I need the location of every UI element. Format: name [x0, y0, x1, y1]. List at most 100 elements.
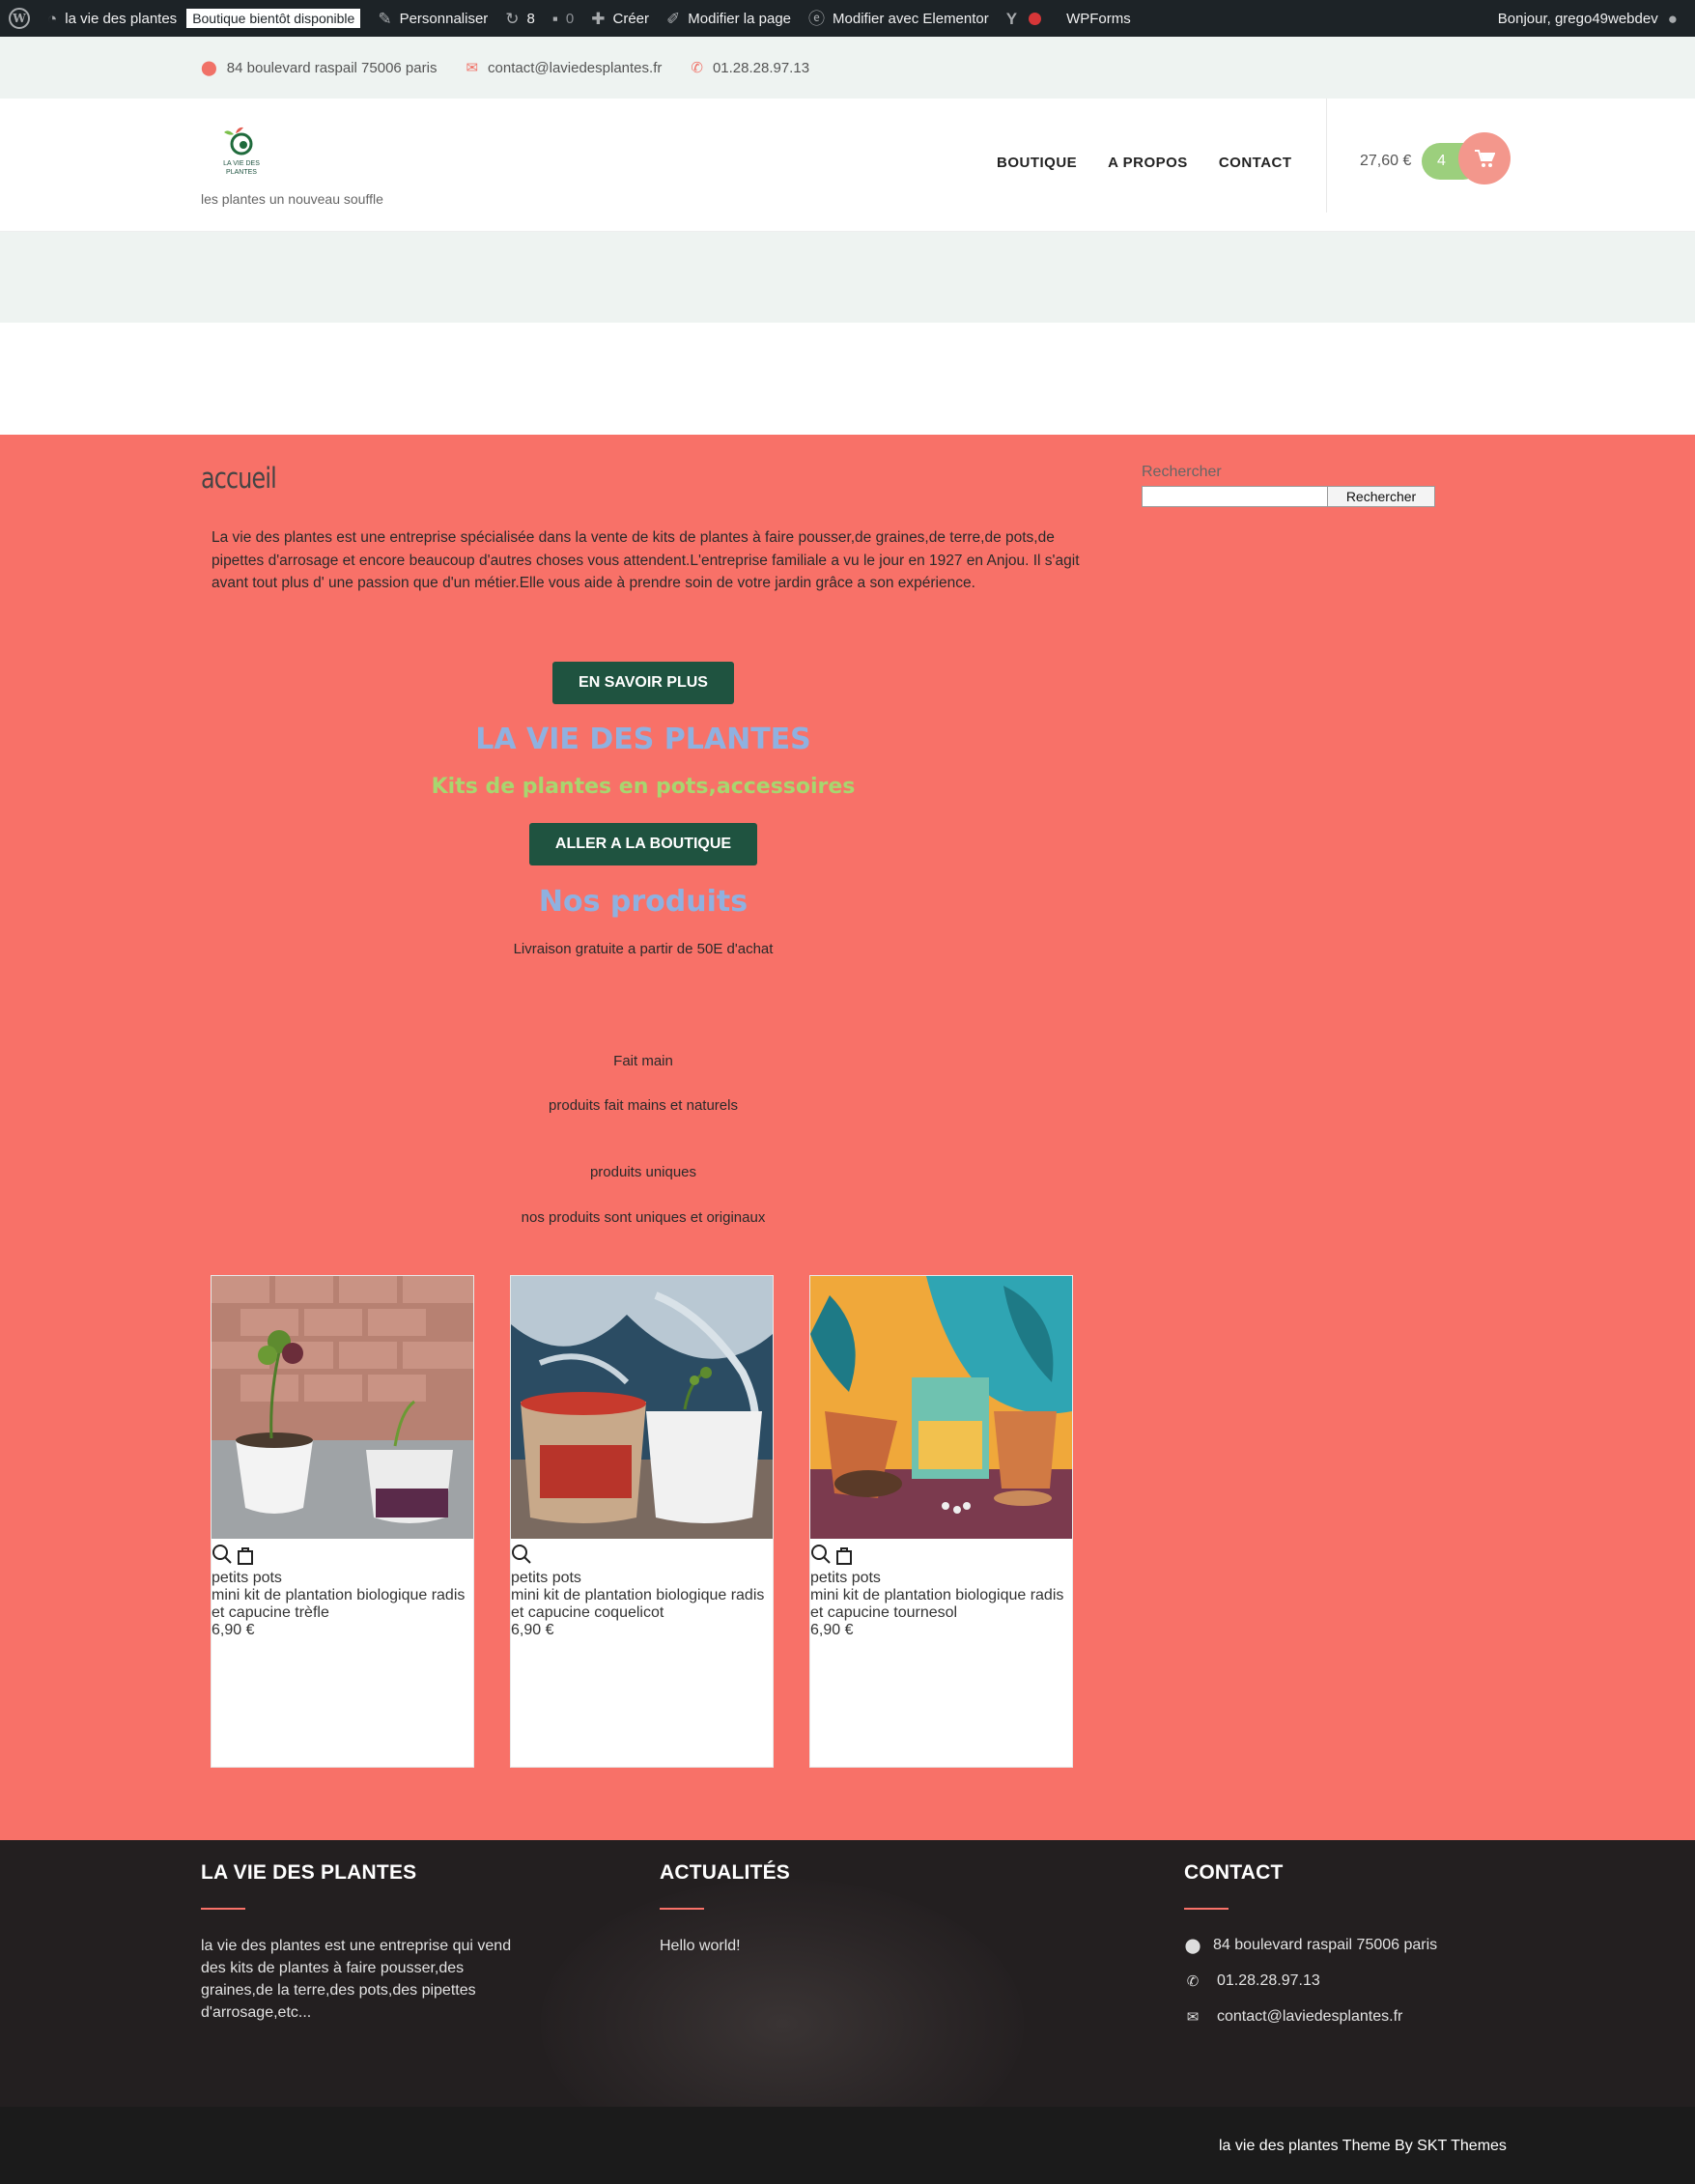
admin-site-name[interactable]: ◔ la vie des plantes Boutique bientôt di…	[39, 0, 369, 37]
product-category[interactable]: petits pots	[511, 1570, 773, 1587]
admin-bar: W ◔ la vie des plantes Boutique bientôt …	[0, 0, 1695, 37]
nav-a-propos[interactable]: A PROPOS	[1108, 155, 1188, 171]
footer-address: ⬤ 84 boulevard raspail 75006 paris	[1184, 1936, 1438, 1954]
cart-total[interactable]: 27,60 €	[1360, 153, 1411, 170]
footer-email[interactable]: ✉ contact@laviedesplantes.fr	[1184, 2006, 1512, 2027]
product-price: 6,90 €	[810, 1622, 854, 1638]
envelope-icon: ✉	[1186, 2008, 1200, 2026]
footer-news-link[interactable]: Hello world!	[660, 1935, 988, 1957]
wordpress-logo-icon[interactable]: W	[0, 0, 39, 37]
dashboard-icon: ◔	[47, 9, 58, 28]
admin-comments[interactable]: ▪ 0	[544, 0, 582, 37]
brush-icon: ✎	[378, 9, 392, 28]
product-image-tournesol[interactable]	[810, 1276, 1072, 1570]
admin-wpforms[interactable]: WPForms	[1058, 0, 1140, 37]
phone-icon: ✆	[691, 60, 703, 76]
feature-handmade-title: Fait main	[613, 1053, 673, 1069]
admin-customize[interactable]: ✎ Personnaliser	[369, 0, 496, 37]
feature-unique-text: nos produits sont uniques et originaux	[521, 1209, 766, 1226]
svg-text:LA VIE DES: LA VIE DES	[223, 160, 260, 167]
footer-phone: ✆ 01.28.28.97.13	[1184, 1971, 1512, 1991]
user-icon: ●	[1667, 9, 1678, 28]
footer-contact: CONTACT ⬤ 84 boulevard raspail 75006 pari…	[1184, 1861, 1512, 2042]
site-tagline: les plantes un nouveau souffle	[201, 191, 383, 207]
cart-button[interactable]	[1458, 132, 1511, 184]
quick-view-icon[interactable]	[212, 1544, 233, 1565]
footer-news: ACTUALITÉS Hello world!	[660, 1861, 988, 1957]
admin-create[interactable]: ✚ Créer	[582, 0, 658, 37]
seo-status-dot	[1029, 12, 1042, 25]
add-to-cart-icon[interactable]	[237, 1546, 254, 1565]
product-name[interactable]: mini kit de plantation biologique radis …	[511, 1587, 773, 1622]
products-heading: Nos produits	[538, 885, 749, 919]
main-nav: BOUTIQUE A PROPOS CONTACT	[997, 155, 1292, 171]
header-divider	[1326, 99, 1327, 213]
coming-soon-badge: Boutique bientôt disponible	[186, 9, 361, 28]
intro-text: La vie des plantes est une entreprise sp…	[212, 529, 1080, 591]
map-marker-icon: ⬤	[1184, 1937, 1201, 1954]
shopping-cart-icon	[1475, 150, 1495, 167]
admin-edit-elementor[interactable]: ⓔ Modifier avec Elementor	[800, 0, 998, 37]
pencil-icon: ✐	[666, 9, 681, 28]
footer-underline	[1184, 1908, 1229, 1910]
topbar-phone: ✆ 01.28.28.97.13	[691, 59, 810, 77]
site-header: LA VIE DES PLANTES les plantes un nouvea…	[0, 99, 1695, 232]
copyright-bar: la vie des plantes Theme By SKT Themes	[0, 2107, 1695, 2184]
page-banner	[0, 232, 1695, 323]
updates-icon: ↻	[505, 9, 520, 28]
product-category[interactable]: petits pots	[212, 1570, 473, 1587]
admin-yoast[interactable]: Y	[998, 0, 1058, 37]
learn-more-button[interactable]: EN SAVOIR PLUS	[552, 662, 734, 704]
map-pin-icon: ⬤	[201, 60, 217, 76]
product-image-trefle[interactable]	[212, 1276, 473, 1570]
feature-unique-title: produits uniques	[589, 1164, 697, 1180]
add-to-cart-icon[interactable]	[835, 1546, 853, 1565]
nav-boutique[interactable]: BOUTIQUE	[997, 155, 1077, 171]
nav-contact[interactable]: CONTACT	[1219, 155, 1292, 171]
product-card[interactable]: petits pots mini kit de plantation biolo…	[809, 1275, 1073, 1768]
contact-topbar: ⬤ 84 boulevard raspail 75006 paris ✉ con…	[0, 37, 1695, 99]
topbar-email[interactable]: ✉ contact@laviedesplantes.fr	[466, 59, 662, 77]
quick-view-icon[interactable]	[810, 1544, 832, 1565]
shop-button[interactable]: ALLER A LA BOUTIQUE	[528, 823, 758, 865]
free-shipping-text: Livraison gratuite a partir de 50E d'ach…	[513, 941, 774, 957]
product-card[interactable]: petits pots mini kit de plantation biolo…	[211, 1275, 474, 1768]
admin-updates[interactable]: ↻ 8	[496, 0, 544, 37]
phone-icon: ✆	[1186, 1972, 1200, 1990]
yoast-icon: Y	[1005, 9, 1018, 28]
product-category[interactable]: petits pots	[810, 1570, 1072, 1587]
svg-text:PLANTES: PLANTES	[226, 169, 257, 176]
product-card[interactable]: petits pots mini kit de plantation biolo…	[510, 1275, 774, 1768]
product-name[interactable]: mini kit de plantation biologique radis …	[212, 1587, 473, 1622]
product-image-coquelicot[interactable]	[511, 1276, 773, 1570]
product-name[interactable]: mini kit de plantation biologique radis …	[810, 1587, 1072, 1622]
site-logo[interactable]: LA VIE DES PLANTES	[214, 125, 268, 179]
envelope-icon: ✉	[466, 60, 479, 76]
feature-handmade-text: produits fait mains et naturels	[549, 1097, 738, 1114]
footer-underline	[660, 1908, 704, 1910]
quick-view-icon[interactable]	[511, 1544, 532, 1565]
footer-contact-title: CONTACT	[1184, 1861, 1284, 1884]
copyright-text[interactable]: la vie des plantes Theme By SKT Themes	[1219, 2138, 1507, 2155]
footer-news-title: ACTUALITÉS	[660, 1861, 790, 1884]
footer-underline	[201, 1908, 245, 1910]
footer-about: LA VIE DES PLANTES la vie des plantes es…	[201, 1861, 529, 2024]
subheading: Kits de plantes en pots,accessoires	[431, 775, 856, 799]
elementor-icon: ⓔ	[808, 9, 826, 28]
site-footer: LA VIE DES PLANTES la vie des plantes es…	[0, 1840, 1695, 2107]
search-label: Rechercher	[1142, 464, 1222, 480]
brand-heading: LA VIE DES PLANTES	[475, 723, 811, 756]
page-title: accueil	[201, 462, 277, 495]
search-button[interactable]: Rechercher	[1327, 486, 1435, 507]
footer-about-title: LA VIE DES PLANTES	[201, 1861, 417, 1884]
plus-icon: ✚	[591, 9, 606, 28]
product-price: 6,90 €	[212, 1622, 255, 1638]
topbar-address: ⬤ 84 boulevard raspail 75006 paris	[201, 59, 438, 77]
admin-edit-page[interactable]: ✐ Modifier la page	[658, 0, 800, 37]
footer-about-text: la vie des plantes est une entreprise qu…	[201, 1938, 512, 2021]
main-content: accueil La vie des plantes est une entre…	[0, 435, 1695, 1840]
admin-account[interactable]: Bonjour, grego49webdev ●	[1489, 0, 1695, 37]
product-price: 6,90 €	[511, 1622, 554, 1638]
search-input[interactable]	[1142, 486, 1328, 507]
comment-icon: ▪	[551, 9, 558, 28]
